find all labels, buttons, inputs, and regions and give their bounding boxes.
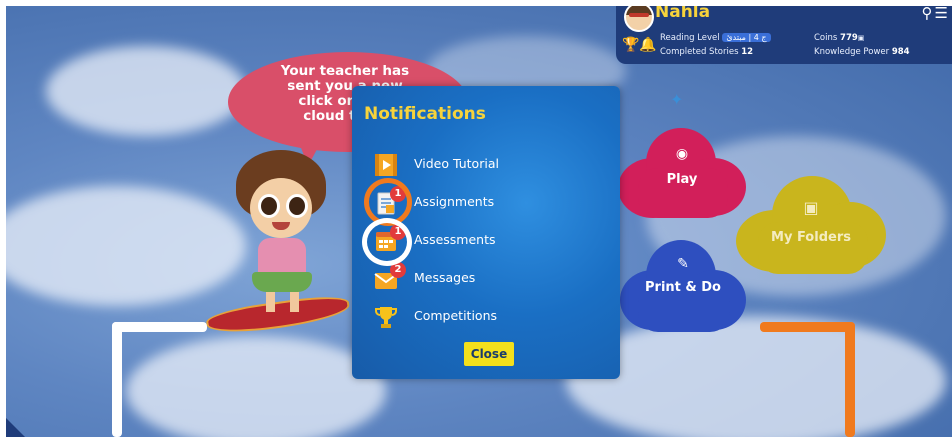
girl-leg [266, 290, 275, 312]
play-label: Play [666, 172, 698, 187]
notifications-title: Notifications [364, 104, 486, 124]
speech-line: Your teacher has [280, 63, 410, 79]
my-folders-cloud-button[interactable]: ▣ My Folders [736, 176, 886, 274]
orange-bracket [845, 322, 855, 437]
play-cloud-button[interactable]: ◉ Play [618, 128, 746, 218]
close-button[interactable]: Close [464, 342, 514, 366]
girl-skirt [252, 272, 312, 292]
white-bracket [112, 322, 207, 332]
coins-value: 779 [840, 33, 858, 43]
reading-level-label: Reading Level [660, 33, 720, 43]
girl-eye [286, 194, 308, 218]
print-and-do-label: Print & Do [645, 280, 721, 295]
coins-label: Coins [814, 33, 838, 43]
girl-eye [258, 194, 280, 218]
girl-leg [290, 290, 299, 312]
bell-icon[interactable]: 🔔 [639, 37, 656, 53]
top-icons: ⚲☰ [922, 6, 950, 22]
knowledge-power-label: Knowledge Power [814, 47, 890, 57]
corner-tab[interactable] [6, 412, 25, 437]
reading-level-badge: ج 4 | مبتدئ [722, 33, 771, 42]
notification-item-messages[interactable]: Messages [372, 264, 602, 294]
coin-icon: ▣ [857, 34, 865, 42]
folder-icon: ▣ [803, 198, 819, 217]
search-icon[interactable]: ⚲ [922, 6, 935, 22]
notification-label: Assignments [414, 194, 495, 209]
notification-item-competitions[interactable]: Competitions [372, 302, 602, 332]
notification-label: Assessments [414, 232, 496, 247]
trophy-icon [375, 307, 397, 328]
notification-label: Video Tutorial [414, 156, 499, 171]
user-panel: Nahla ⚲☰ 🏆 🔔 Reading Level ج 4 | مبتدئ C… [616, 6, 952, 64]
avatar[interactable] [624, 6, 654, 32]
flying-fish-icon: ✦ [670, 90, 684, 109]
menu-icon[interactable]: ☰ [935, 6, 950, 22]
pencil-icon: ✎ [677, 256, 689, 272]
completed-stories: Completed Stories 12 [660, 47, 753, 57]
completed-stories-value: 12 [741, 47, 754, 57]
scene-layer: Your teacher has sent you a new click on… [6, 6, 952, 437]
my-folders-label: My Folders [771, 230, 851, 245]
white-bracket [112, 322, 122, 437]
print-and-do-cloud-button[interactable]: ✎ Print & Do [620, 240, 746, 332]
notifications-modal: Notifications Video Tutorial Assignments… [352, 86, 620, 379]
notification-label: Messages [414, 270, 476, 285]
magic-carpet [204, 292, 352, 338]
notification-item-video-tutorial[interactable]: Video Tutorial [372, 150, 602, 180]
highlight-ring-white [362, 218, 412, 266]
reading-level: Reading Level ج 4 | مبتدئ [660, 33, 771, 43]
user-name: Nahla [655, 6, 711, 22]
completed-stories-label: Completed Stories [660, 47, 739, 57]
knowledge-power: Knowledge Power 984 [814, 47, 910, 57]
trophy-icon[interactable]: 🏆 [622, 37, 639, 53]
coins: Coins 779▣ [814, 33, 864, 43]
orange-bracket [760, 322, 855, 332]
gamepad-icon: ◉ [675, 146, 689, 162]
video-icon [375, 154, 397, 176]
knowledge-power-value: 984 [891, 47, 910, 57]
notification-label: Competitions [414, 308, 498, 323]
app-canvas: Your teacher has sent you a new click on… [6, 6, 952, 437]
